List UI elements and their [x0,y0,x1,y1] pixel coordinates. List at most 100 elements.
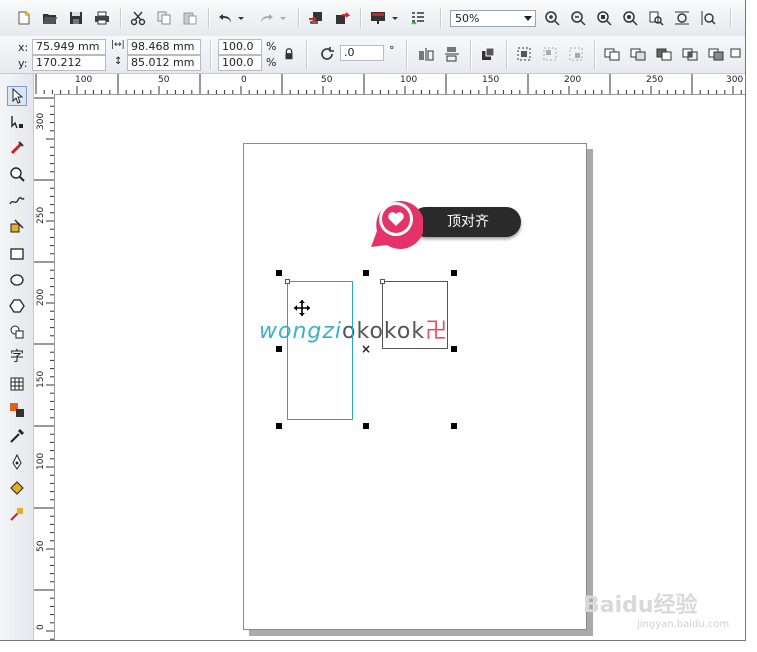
group-icon[interactable] [514,44,534,64]
ruler-label: 250 [646,75,664,85]
center-x-icon[interactable]: × [361,342,371,356]
undo-dropdown-icon[interactable] [236,8,246,28]
ruler-label: 250 [36,206,46,224]
mirror-vertical-icon[interactable] [442,44,462,64]
toolbox: 字 [0,74,34,640]
options-icon[interactable] [408,8,428,28]
selection-handle[interactable] [451,423,457,429]
ungroup-all-icon[interactable] [566,44,586,64]
crop-tool-icon[interactable] [7,138,27,158]
fill-tool-icon[interactable] [7,478,27,498]
interactive-fill-tool-icon[interactable] [7,504,27,524]
selection-handle[interactable] [451,270,457,276]
open-icon[interactable] [40,8,60,28]
ruler-label: 50 [158,75,170,85]
redo-icon[interactable] [256,8,276,28]
selection-handle[interactable] [276,346,282,352]
redo-dropdown-icon[interactable] [278,8,288,28]
new-icon[interactable] [14,8,34,28]
page-shadow [587,149,593,636]
print-icon[interactable] [92,8,112,28]
smart-fill-tool-icon[interactable] [7,216,27,236]
height-input[interactable]: 85.012 mm [127,55,201,71]
copy-icon[interactable] [154,8,174,28]
ellipse-tool-icon[interactable] [7,270,27,290]
selection-handle[interactable] [363,423,369,429]
x-label: x: [18,41,29,54]
cut-icon[interactable] [128,8,148,28]
ruler-label: 0 [36,624,46,630]
horizontal-ruler-ticks [35,74,742,94]
ruler-label: 100 [36,452,46,470]
save-icon[interactable] [66,8,86,28]
trim-icon[interactable] [654,44,674,64]
degree-label: ° [389,44,395,57]
zoom-page-icon[interactable] [646,8,666,28]
zoom-height-icon[interactable] [698,8,718,28]
zoom-out-icon[interactable] [568,8,588,28]
scale-width-input[interactable]: 100.0 [218,39,262,55]
zoom-in-icon[interactable] [542,8,562,28]
export-icon[interactable] [332,8,352,28]
baidu-url: jingyan.baidu.com [637,619,730,630]
x-position-input[interactable]: 75.949 mm [32,39,106,55]
align-distribute-icon[interactable] [478,44,498,64]
blend-tool-icon[interactable] [7,400,27,420]
outline-pen-tool-icon[interactable] [7,452,27,472]
ruler-label: 200 [36,288,46,306]
property-bar: x: 75.949 mm y: 170.212 mm |↔| 98.468 mm… [0,36,745,83]
width-input[interactable]: 98.468 mm [127,39,201,55]
percent-label: % [266,40,277,53]
undo-icon[interactable] [216,8,236,28]
y-position-input[interactable]: 170.212 mm [32,55,106,83]
basic-shapes-tool-icon[interactable] [7,322,27,342]
ruler-label: 50 [36,540,46,552]
selection-handle[interactable] [276,270,282,276]
baidu-logo: Baidu经验 [583,593,698,618]
zoom-width-icon[interactable] [672,8,692,28]
mirror-horizontal-icon[interactable] [416,44,436,64]
selected-rectangle-square[interactable] [382,281,448,349]
vertical-ruler[interactable]: 300 250 200 150 100 50 0 [34,94,55,640]
node-marker [380,279,385,284]
freehand-tool-icon[interactable] [7,190,27,210]
launcher-icon[interactable] [368,8,388,28]
import-icon[interactable] [306,8,326,28]
horizontal-ruler[interactable]: 100 50 0 50 100 150 200 250 300 [34,74,745,95]
weld-icon[interactable] [628,44,648,64]
launcher-dropdown-icon[interactable] [390,8,400,28]
shape-tool-icon[interactable] [7,112,27,132]
height-icon: ↕ [114,56,123,67]
drawing-canvas[interactable]: wongziokokok卍 × 顶对齐 Baidu经验 jingyan.baid… [55,95,745,640]
text-tool-icon[interactable]: 字 [7,346,27,366]
y-label: y: [18,57,28,70]
eyedropper-tool-icon[interactable] [7,426,27,446]
callout-label: 顶对齐 [411,207,521,237]
ruler-label: 150 [482,75,500,85]
ruler-label: 300 [726,75,744,85]
rotation-icon [318,44,336,64]
selection-handle[interactable] [451,346,457,352]
paste-icon[interactable] [180,8,200,28]
intersect-icon[interactable] [680,44,700,64]
ungroup-icon[interactable] [540,44,560,64]
combine-icon[interactable] [602,44,622,64]
page-shadow [249,630,593,636]
simplify-icon[interactable] [706,44,726,64]
lock-ratio-icon[interactable] [282,44,296,64]
rotation-input[interactable]: .0 [340,45,384,61]
zoom-level-select[interactable]: 50% [450,10,536,27]
selection-handle[interactable] [276,423,282,429]
node-marker [285,279,290,284]
zoom-all-icon[interactable] [620,8,640,28]
polygon-tool-icon[interactable] [7,296,27,316]
table-tool-icon[interactable] [7,374,27,394]
pick-tool-icon[interactable] [7,86,27,106]
selection-handle[interactable] [363,270,369,276]
zoom-tool-icon[interactable] [7,164,27,184]
front-minus-back-icon[interactable] [728,44,745,64]
zoom-selected-icon[interactable] [594,8,614,28]
width-icon: |↔| [111,40,125,50]
rectangle-tool-icon[interactable] [7,244,27,264]
scale-height-input[interactable]: 100.0 [218,55,262,71]
